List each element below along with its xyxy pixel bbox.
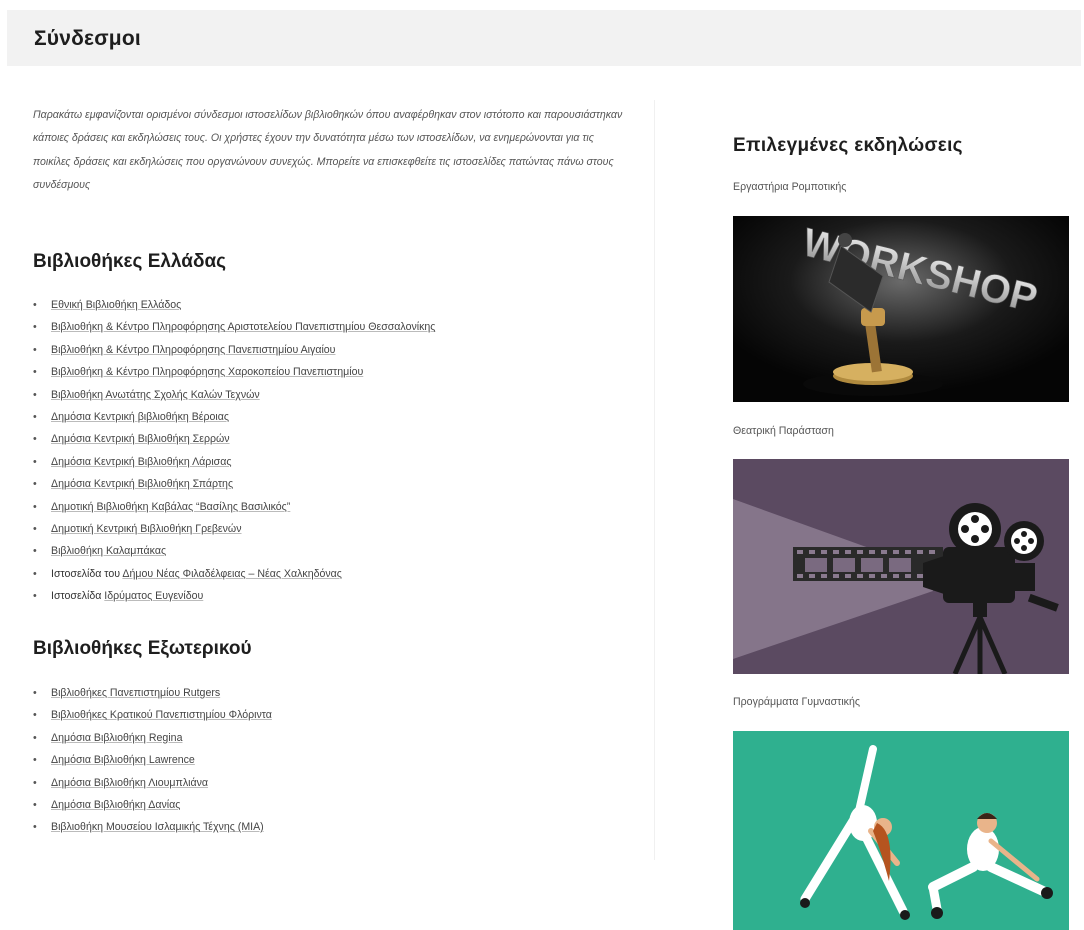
library-link[interactable]: Δημοτική Βιβλιοθήκη Καβάλας “Βασίλης Βασ… (51, 501, 290, 513)
bullet-marker: • (33, 754, 37, 767)
event-title-robotics[interactable]: Εργαστήρια Ρομποτικής (733, 181, 846, 193)
library-link[interactable]: Δημόσια Κεντρική Βιβλιοθήκη Σερρών (51, 433, 230, 445)
list-item: • Δημόσια Κεντρική Βιβλιοθήκη Λάρισας (33, 451, 435, 473)
list-item: • Βιβλιοθήκη Καλαμπάκας (33, 540, 435, 562)
bullet-marker: • (33, 567, 37, 580)
library-link[interactable]: Δημόσια Βιβλιοθήκη Δανίας (51, 799, 180, 811)
library-link[interactable]: Δημόσια Κεντρική Βιβλιοθήκη Σπάρτης (51, 478, 233, 490)
library-link[interactable]: Βιβλιοθήκες Πανεπιστημίου Rutgers (51, 687, 220, 699)
library-link[interactable]: Δήμου Νέας Φιλαδέλφειας – Νέας Χαλκηδόνα… (122, 568, 342, 580)
library-link[interactable]: Βιβλιοθήκη & Κέντρο Πληροφόρησης Χαροκοπ… (51, 366, 363, 378)
bullet-marker: • (33, 590, 37, 603)
library-link[interactable]: Δημόσια Κεντρική Βιβλιοθήκη Λάρισας (51, 456, 231, 468)
bullet-marker: • (33, 798, 37, 811)
list-item: • Δημόσια Κεντρική βιβλιοθήκη Βέροιας (33, 406, 435, 428)
list-item: • Βιβλιοθήκες Κρατικού Πανεπιστημίου Φλόρ… (33, 704, 272, 726)
bullet-marker: • (33, 388, 37, 401)
list-item: • Βιβλιοθήκη & Κέντρο Πληροφόρησης Αριστο… (33, 316, 435, 338)
list-item: • Βιβλιοθήκη Ανωτάτης Σχολής Καλών Τεχνών (33, 384, 435, 406)
bullet-marker: • (33, 500, 37, 513)
exercise-people-image[interactable] (733, 731, 1069, 930)
library-link[interactable]: Ιδρύματος Ευγενίδου (104, 590, 203, 602)
abroad-libraries-list: • Βιβλιοθήκες Πανεπιστημίου Rutgers • Βιβλι… (33, 682, 272, 839)
bullet-marker: • (33, 299, 37, 311)
library-link[interactable]: Βιβλιοθήκη Καλαμπάκας (51, 545, 166, 557)
abroad-libraries-heading: Βιβλιοθήκες Εξωτερικού (33, 638, 252, 659)
list-item: • Ιστοσελίδα Ιδρύματος Ευγενίδου (33, 585, 435, 607)
bullet-marker: • (33, 433, 37, 446)
events-heading: Επιλεγμένες εκδηλώσεις (733, 135, 963, 156)
library-link[interactable]: Βιβλιοθήκη Μουσείου Ισλαμικής Τέχνης (MI… (51, 821, 264, 833)
list-item: • Δημόσια Βιβλιοθήκη Δανίας (33, 794, 272, 816)
bullet-marker: • (33, 366, 37, 379)
bullet-marker: • (33, 731, 37, 744)
links-column: Παρακάτω εμφανίζονται ορισμένοι σύνδεσμο… (33, 104, 633, 833)
list-item: • Ιστοσελίδα του Δήμου Νέας Φιλαδέλφειας … (33, 563, 435, 585)
library-link[interactable]: Δημοτική Κεντρική Βιβλιοθήκη Γρεβενών (51, 523, 242, 535)
library-link[interactable]: Δημόσια Βιβλιοθήκη Regina (51, 732, 182, 744)
bullet-marker: • (33, 821, 37, 834)
bullet-marker: • (33, 709, 37, 722)
list-item: • Βιβλιοθήκη & Κέντρο Πληροφόρησης Πανεπι… (33, 339, 435, 361)
bullet-marker: • (33, 687, 37, 699)
page-title: Σύνδεσμοι (34, 27, 141, 50)
bullet-marker: • (33, 776, 37, 789)
workshop-lamp-image[interactable]: WORKSHOP (733, 216, 1069, 402)
bullet-marker: • (33, 343, 37, 356)
list-item: • Δημόσια Βιβλιοθήκη Lawrence (33, 749, 272, 771)
list-item: • Δημόσια Βιβλιοθήκη Regina (33, 727, 272, 749)
bullet-marker: • (33, 522, 37, 535)
library-link[interactable]: Εθνική Βιβλιοθήκη Ελλάδος (51, 299, 181, 311)
list-item: • Δημόσια Κεντρική Βιβλιοθήκη Σπάρτης (33, 473, 435, 495)
library-link[interactable]: Βιβλιοθήκη & Κέντρο Πληροφόρησης Πανεπισ… (51, 344, 335, 356)
page-title-bar: Σύνδεσμοι (7, 10, 1081, 66)
intro-paragraph: Παρακάτω εμφανίζονται ορισμένοι σύνδεσμο… (33, 109, 623, 192)
library-link[interactable]: Δημόσια Βιβλιοθήκη Λιουμπλιάνα (51, 777, 208, 789)
library-link[interactable]: Βιβλιοθήκη & Κέντρο Πληροφόρησης Αριστοτ… (51, 321, 435, 333)
event-title-theatre[interactable]: Θεατρική Παράσταση (733, 425, 834, 437)
list-item: • Δημόσια Βιβλιοθήκη Λιουμπλιάνα (33, 772, 272, 794)
bullet-marker: • (33, 478, 37, 491)
bullet-marker: • (33, 455, 37, 468)
greece-libraries-heading: Βιβλιοθήκες Ελλάδας (33, 251, 227, 272)
film-projector-image[interactable] (733, 459, 1069, 674)
list-item: • Βιβλιοθήκη & Κέντρο Πληροφόρησης Χαροκο… (33, 361, 435, 383)
list-item: • Εθνική Βιβλιοθήκη Ελλάδος (33, 294, 435, 316)
column-divider (654, 100, 655, 860)
link-prefix-text: Ιστοσελίδα (51, 590, 105, 603)
list-item: • Δημοτική Βιβλιοθήκη Καβάλας “Βασίλης Βα… (33, 496, 435, 518)
list-item: • Βιβλιοθήκη Μουσείου Ισλαμικής Τέχνης (M… (33, 816, 272, 838)
list-item: • Βιβλιοθήκες Πανεπιστημίου Rutgers (33, 682, 272, 704)
library-link[interactable]: Βιβλιοθήκη Ανωτάτης Σχολής Καλών Τεχνών (51, 389, 260, 401)
list-item: • Δημόσια Κεντρική Βιβλιοθήκη Σερρών (33, 428, 435, 450)
list-item: • Δημοτική Κεντρική Βιβλιοθήκη Γρεβενών (33, 518, 435, 540)
bullet-marker: • (33, 545, 37, 558)
library-link[interactable]: Δημόσια Βιβλιοθήκη Lawrence (51, 754, 195, 766)
greece-libraries-list: • Εθνική Βιβλιοθήκη Ελλάδος • Βιβλιοθήκη & … (33, 294, 435, 607)
library-link[interactable]: Δημόσια Κεντρική βιβλιοθήκη Βέροιας (51, 411, 229, 423)
link-prefix-text: Ιστοσελίδα του (51, 567, 123, 580)
event-title-gymnastics[interactable]: Προγράμματα Γυμναστικής (733, 696, 860, 708)
bullet-marker: • (33, 410, 37, 423)
bullet-marker: • (33, 321, 37, 334)
library-link[interactable]: Βιβλιοθήκες Κρατικού Πανεπιστημίου Φλόρι… (51, 709, 272, 721)
